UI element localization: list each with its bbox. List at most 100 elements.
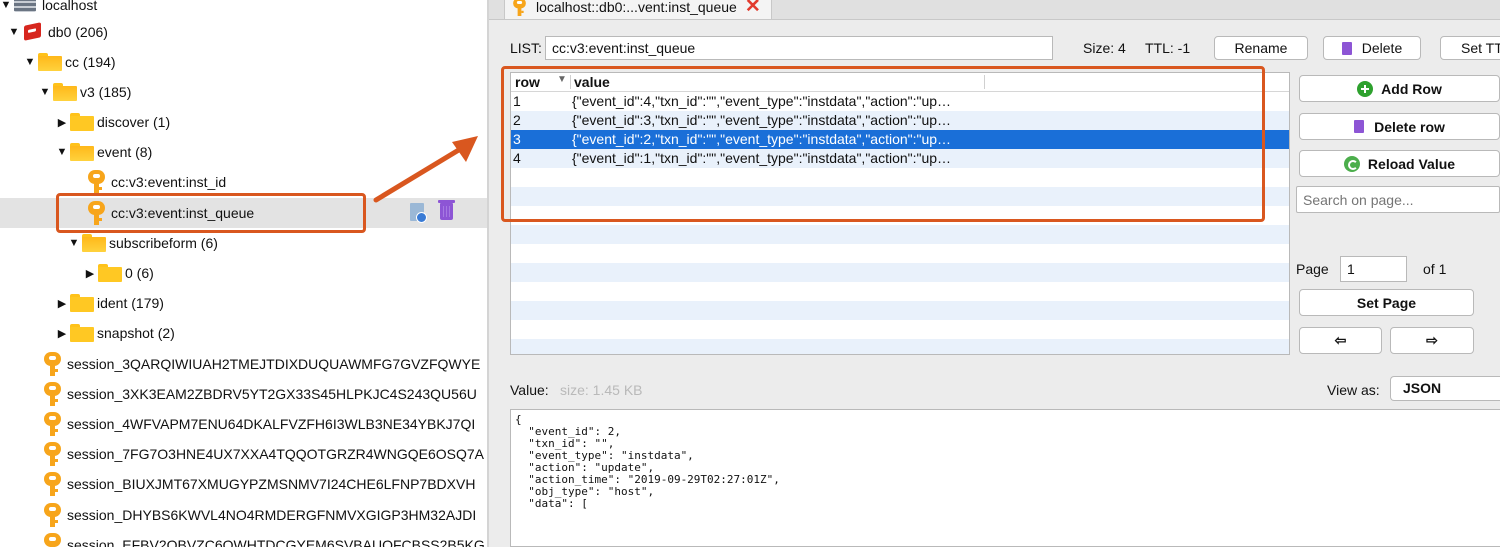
tree-node-snapshot[interactable]: ▶ snapshot (2) [56,318,175,348]
chevron-down-icon[interactable]: ▼ [68,237,80,249]
key-icon [44,533,61,547]
tree-node-session[interactable]: session_BIUXJMT67XMUGYPZMSNMV7I24CHE6LFN… [44,469,475,499]
chevron-right-icon[interactable]: ▶ [56,116,68,129]
add-row-label: Add Row [1381,80,1442,97]
next-page-button[interactable]: ⇨ [1390,327,1474,354]
tree-node-0[interactable]: ▶ 0 (6) [84,258,154,288]
delete-button[interactable]: Delete [1323,36,1421,60]
table-row-empty [511,244,1289,263]
tree-node-ident[interactable]: ▶ ident (179) [56,288,164,318]
folder-icon [38,53,62,71]
key-icon [513,0,526,16]
chevron-down-icon[interactable]: ▼ [39,86,51,98]
tree-node-session[interactable]: session_EFBV2QBVZC6QWHTDCGYEM6SVBAUQFCBS… [44,530,485,547]
page-label: Page [1296,261,1329,277]
previous-page-button[interactable]: ⇦ [1299,327,1382,354]
tree-label-session: session_7FG7O3HNE4UX7XXA4TQQOTGRZR4WNGQE… [67,446,485,462]
chevron-down-icon[interactable]: ▼ [0,0,12,11]
tree-label-inst-id: cc:v3:event:inst_id [111,174,227,190]
tree-node-session[interactable]: session_DHYBS6KWVL4NO4RMDERGFNMVXGIGP3HM… [44,500,476,530]
view-as-label: View as: [1327,382,1380,398]
chevron-down-icon[interactable]: ▼ [8,26,20,38]
tab-label: localhost::db0:...vent:inst_queue [536,0,737,15]
folder-icon [53,83,77,101]
set-ttl-button[interactable]: Set TT [1440,36,1500,60]
set-page-button[interactable]: Set Page [1299,289,1474,316]
tree-label-subscribeform: subscribeform (6) [109,235,218,251]
chevron-right-icon[interactable]: ▶ [84,267,96,280]
close-icon[interactable]: ✕ [745,0,761,16]
tree-label-session: session_BIUXJMT67XMUGYPZMSNMV7I24CHE6LFN… [67,476,476,492]
add-row-button[interactable]: Add Row [1299,75,1500,102]
search-on-page-input[interactable] [1296,186,1500,213]
tree-label-cc: cc (194) [65,54,116,70]
key-tree: ▼ localhost ▼ db0 (206) ▼ cc (194) ▼ v3 … [0,0,487,547]
chevron-right-icon[interactable]: ▶ [56,327,68,340]
table-row-empty [511,263,1289,282]
highlight-box-key [56,193,366,233]
key-name-input[interactable] [545,36,1053,60]
table-row-empty [511,301,1289,320]
rename-button[interactable]: Rename [1214,36,1308,60]
tree-label-session: session_3QARQIWIUAH2TMEJTDIXDUQUAWMFG7GV… [67,356,481,372]
tree-label-discover: discover (1) [97,114,171,130]
tree-label-server: localhost [42,0,98,13]
delete-button-label: Delete [1361,40,1403,56]
table-row-empty [511,339,1289,354]
arrow-left-icon: ⇦ [1334,332,1347,348]
tree-node-session[interactable]: session_3QARQIWIUAH2TMEJTDIXDUQUAWMFG7GV… [44,349,480,379]
trash-icon [1354,120,1365,133]
table-row-empty [511,282,1289,301]
key-icon [44,503,61,527]
tree-node-db0[interactable]: ▼ db0 (206) [8,17,108,47]
annotation-arrow [373,136,478,203]
size-label: Size: 4 [1083,40,1126,56]
page-number-input[interactable] [1340,256,1407,282]
list-type-label: LIST: [510,40,542,56]
tree-node-session[interactable]: session_4WFVAPM7ENU64DKALFVZFH6I3WLB3NE3… [44,409,475,439]
folder-icon [70,294,94,312]
key-icon [44,472,61,496]
tree-node-cc[interactable]: ▼ cc (194) [24,47,116,77]
value-json-text[interactable]: { "event_id": 2, "txn_id": "", "event_ty… [515,414,780,510]
key-icon [44,352,61,376]
tree-node-subscribeform[interactable]: ▼ subscribeform (6) [68,228,218,258]
view-as-select[interactable]: JSON [1390,376,1500,401]
arrow-right-icon: ⇨ [1426,332,1438,348]
reload-value-label: Reload Value [1367,155,1456,172]
table-row-empty [511,320,1289,339]
reload-value-button[interactable]: Reload Value [1299,150,1500,177]
tree-node-discover[interactable]: ▶ discover (1) [56,107,170,137]
tree-label-ident: ident (179) [97,295,164,311]
highlight-box-table [501,66,1265,222]
tree-node-v3[interactable]: ▼ v3 (185) [39,77,131,107]
folder-icon [70,324,94,342]
tree-label-v3: v3 (185) [80,84,132,100]
folder-icon [82,234,106,252]
tree-node-event[interactable]: ▼ event (8) [56,137,152,167]
chevron-right-icon[interactable]: ▶ [56,297,68,310]
delete-row-button[interactable]: Delete row [1299,113,1500,140]
tree-label-event: event (8) [97,144,153,160]
value-editor[interactable]: { "event_id": 2, "txn_id": "", "event_ty… [510,409,1500,547]
key-icon [44,382,61,406]
delete-row-label: Delete row [1374,118,1445,135]
chevron-down-icon[interactable]: ▼ [24,56,36,68]
value-size-label: size: 1.45 KB [560,382,643,398]
folder-icon [70,143,94,161]
folder-icon [98,264,122,282]
tree-label-session: session_EFBV2QBVZC6QWHTDCGYEM6SVBAUQFCBS… [67,537,485,547]
tab-inst-queue[interactable]: localhost::db0:...vent:inst_queue ✕ [504,0,772,20]
plus-icon [1357,80,1374,97]
key-icon [88,170,105,194]
trash-icon [1341,41,1352,55]
key-icon [44,412,61,436]
table-row-empty [511,225,1289,244]
tree-node-session[interactable]: session_7FG7O3HNE4UX7XXA4TQQOTGRZR4WNGQE… [44,439,484,469]
page-count-label: of 1 [1423,261,1447,277]
server-icon [14,0,36,12]
reload-icon [1343,155,1360,172]
tree-node-session[interactable]: session_3XK3EAM2ZBDRV5YT2GX33S45HLPKJC4S… [44,379,477,409]
tree-label-0: 0 (6) [125,265,154,281]
chevron-down-icon[interactable]: ▼ [56,146,68,158]
